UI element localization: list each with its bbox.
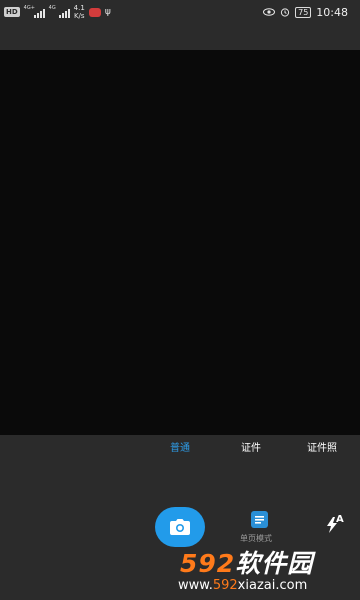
mode-bar: 普通 证件 证件照	[0, 435, 360, 457]
watermark-title-number: 592	[180, 549, 236, 578]
watermark-title-text: 软件园	[235, 549, 314, 578]
single-page-mode-label: 单页模式	[240, 534, 272, 543]
watermark-url-number: 592	[212, 578, 238, 593]
watermark-url: www.592xiazai.com	[178, 578, 307, 593]
net-speed: 4.1 K/s	[74, 4, 85, 20]
hd-badge: HD	[4, 7, 20, 17]
eye-icon	[263, 8, 276, 16]
battery-icon: 75	[295, 6, 312, 18]
tab-id-photo[interactable]: 证件照	[307, 439, 337, 454]
shutter-button[interactable]	[155, 507, 205, 547]
signal-type-sim1: 4G+	[23, 4, 35, 11]
flash-auto-button[interactable]: A	[326, 514, 348, 533]
watermark: 592软件园 www.592xiazai.com	[176, 544, 360, 600]
usb-icon: ψ	[104, 7, 111, 17]
status-time: 10:48	[316, 5, 348, 19]
signal-strength-icon-sim2: 4G	[48, 4, 70, 18]
watermark-url-prefix: www.	[178, 578, 213, 593]
camera-icon	[170, 519, 190, 535]
watermark-url-suffix: xiazai.com	[237, 578, 308, 593]
net-speed-value: 4.1	[73, 4, 85, 12]
watermark-title: 592软件园	[180, 544, 313, 580]
signal-type-sim2: 4G	[48, 4, 56, 11]
status-bar-left: HD 4G+ 4G 4.1 K/s ψ	[4, 3, 111, 21]
camera-viewfinder[interactable]	[0, 50, 360, 435]
net-speed-unit: K/s	[73, 12, 85, 20]
document-icon	[251, 511, 268, 528]
single-page-mode-button[interactable]: 单页模式	[236, 511, 284, 547]
top-toolbar	[0, 24, 360, 50]
tab-certificate[interactable]: 证件	[241, 439, 261, 454]
status-bar: HD 4G+ 4G 4.1 K/s ψ 75 10:48	[0, 0, 360, 24]
alarm-icon	[281, 8, 290, 17]
status-bar-right: 75 10:48	[263, 3, 348, 21]
signal-strength-icon-sim1: 4G+	[23, 4, 45, 18]
tab-normal[interactable]: 普通	[170, 439, 190, 454]
screen-record-icon	[88, 7, 101, 17]
flash-mode-label: A	[336, 514, 344, 525]
